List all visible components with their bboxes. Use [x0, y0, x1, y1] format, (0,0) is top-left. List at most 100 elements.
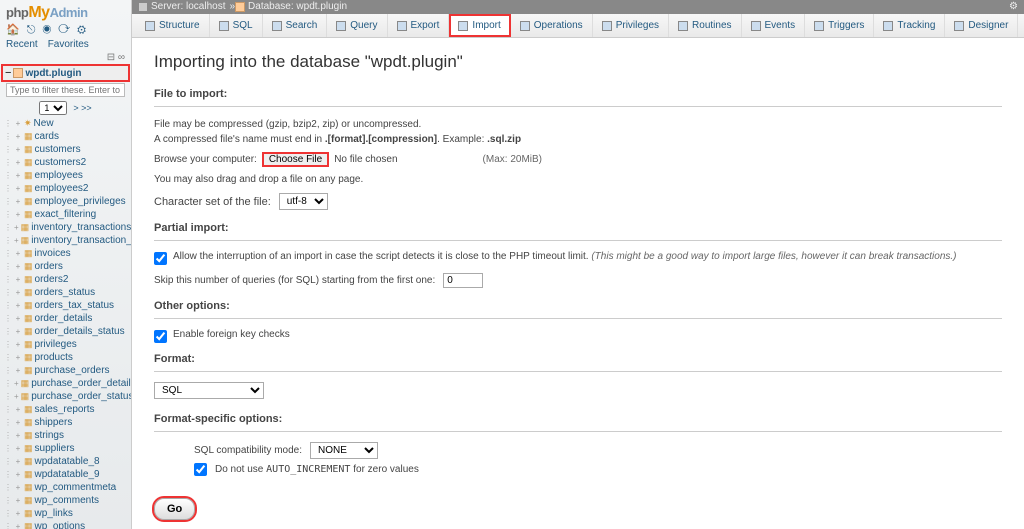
table-row[interactable]: ⋮+▦purchase_orders [2, 364, 129, 377]
plus-icon[interactable]: + [14, 353, 22, 362]
plus-icon[interactable]: + [14, 275, 22, 284]
table-row[interactable]: ⋮+▦orders_tax_status [2, 299, 129, 312]
sql-compat-select[interactable]: NONE [310, 442, 378, 459]
tab-privileges[interactable]: Privileges [593, 14, 669, 37]
plus-icon[interactable]: + [14, 249, 22, 258]
tab-routines[interactable]: Routines [669, 14, 741, 37]
fk-checks-checkbox[interactable] [154, 330, 167, 343]
plus-icon[interactable]: + [14, 444, 22, 453]
table-row[interactable]: ⋮+▦inventory_transaction_types [2, 234, 129, 247]
plus-icon[interactable]: + [14, 405, 22, 414]
tab-events[interactable]: Events [742, 14, 806, 37]
table-row[interactable]: ⋮+▦orders [2, 260, 129, 273]
table-row[interactable]: ⋮+▦employees [2, 169, 129, 182]
plus-icon[interactable]: + [14, 288, 22, 297]
plus-icon[interactable]: + [14, 431, 22, 440]
table-row[interactable]: ⋮+▦purchase_order_status [2, 390, 129, 403]
plus-icon[interactable]: + [14, 470, 22, 479]
plus-icon[interactable]: + [14, 457, 22, 466]
plus-icon[interactable]: + [14, 184, 22, 193]
tab-structure[interactable]: Structure [136, 14, 210, 37]
gear-icon[interactable]: ⚙ [1009, 0, 1018, 14]
plus-icon[interactable]: + [14, 132, 22, 141]
table-row[interactable]: ⋮+▦invoices [2, 247, 129, 260]
table-row[interactable]: ⋮+▦wp_commentmeta [2, 481, 129, 494]
table-row[interactable]: ⋮+▦suppliers [2, 442, 129, 455]
page-next[interactable]: > >> [73, 103, 91, 113]
go-button[interactable]: Go [154, 498, 195, 520]
plus-icon[interactable]: + [14, 496, 22, 505]
tab-search[interactable]: Search [263, 14, 328, 37]
table-row[interactable]: ⋮+▦wp_comments [2, 494, 129, 507]
db-name-row[interactable]: − wpdt.plugin [2, 65, 129, 81]
tab-triggers[interactable]: Triggers [805, 14, 874, 37]
skip-input[interactable] [443, 273, 483, 288]
breadcrumb-server[interactable]: Server: localhost [138, 0, 225, 14]
choose-file-button[interactable]: Choose File [263, 153, 328, 166]
charset-select[interactable]: utf-8 [279, 193, 328, 210]
auto-increment-checkbox[interactable] [194, 463, 207, 476]
table-row[interactable]: ⋮+▦orders2 [2, 273, 129, 286]
plus-icon[interactable]: + [14, 522, 22, 529]
home-icons[interactable]: 🏠 ⎋ ◉ ⟳ ⚙ [0, 22, 131, 39]
recent-tab[interactable]: Recent [6, 39, 38, 50]
plus-icon[interactable]: + [14, 483, 22, 492]
table-row[interactable]: ⋮+▦shippers [2, 416, 129, 429]
table-row[interactable]: ⋮+▦strings [2, 429, 129, 442]
tab-central-columns[interactable]: Central columns [1018, 14, 1024, 37]
logo[interactable]: phpMyAdmin [0, 0, 131, 22]
allow-interrupt-checkbox[interactable] [154, 252, 167, 265]
table-row[interactable]: ⋮+▦cards [2, 130, 129, 143]
table-row[interactable]: ⋮+▦order_details [2, 312, 129, 325]
table-row[interactable]: ⋮+▦order_details_status [2, 325, 129, 338]
tab-operations[interactable]: Operations [511, 14, 593, 37]
table-row[interactable]: ⋮+▦wpdatatable_8 [2, 455, 129, 468]
table-row[interactable]: ⋮+▦customers [2, 143, 129, 156]
table-row[interactable]: ⋮+✷New [2, 117, 129, 130]
plus-icon[interactable]: + [14, 392, 19, 401]
plus-icon[interactable]: + [14, 145, 22, 154]
minus-icon[interactable]: − [5, 67, 11, 79]
tab-export[interactable]: Export [388, 14, 450, 37]
tab-import[interactable]: Import [449, 14, 510, 37]
table-row[interactable]: ⋮+▦sales_reports [2, 403, 129, 416]
plus-icon[interactable]: + [14, 379, 19, 388]
tab-query[interactable]: Query [327, 14, 387, 37]
page-select[interactable]: 1 [39, 101, 67, 115]
table-row[interactable]: ⋮+▦wpdatatable_9 [2, 468, 129, 481]
plus-icon[interactable]: + [14, 210, 22, 219]
plus-icon[interactable]: + [14, 119, 22, 128]
plus-icon[interactable]: + [14, 418, 22, 427]
table-row[interactable]: ⋮+▦employee_privileges [2, 195, 129, 208]
tab-sql[interactable]: SQL [210, 14, 263, 37]
plus-icon[interactable]: + [14, 158, 22, 167]
table-row[interactable]: ⋮+▦exact_filtering [2, 208, 129, 221]
tab-tracking[interactable]: Tracking [874, 14, 945, 37]
breadcrumb-db[interactable]: Database: wpdt.plugin [235, 0, 347, 14]
table-filter-input[interactable] [6, 83, 125, 97]
plus-icon[interactable]: + [14, 509, 22, 518]
table-row[interactable]: ⋮+▦privileges [2, 338, 129, 351]
plus-icon[interactable]: + [14, 223, 19, 232]
plus-icon[interactable]: + [14, 327, 22, 336]
table-row[interactable]: ⋮+▦inventory_transactions [2, 221, 129, 234]
plus-icon[interactable]: + [14, 262, 22, 271]
plus-icon[interactable]: + [14, 301, 22, 310]
favorites-tab[interactable]: Favorites [48, 39, 89, 50]
collapse-icon[interactable]: ⊟ ∞ [0, 52, 131, 65]
tab-designer[interactable]: Designer [945, 14, 1018, 37]
table-row[interactable]: ⋮+▦customers2 [2, 156, 129, 169]
table-row[interactable]: ⋮+▦wp_options [2, 520, 129, 529]
table-row[interactable]: ⋮+▦orders_status [2, 286, 129, 299]
plus-icon[interactable]: + [14, 314, 22, 323]
table-row[interactable]: ⋮+▦employees2 [2, 182, 129, 195]
plus-icon[interactable]: + [14, 236, 19, 245]
plus-icon[interactable]: + [14, 366, 22, 375]
table-row[interactable]: ⋮+▦purchase_order_details [2, 377, 129, 390]
plus-icon[interactable]: + [14, 197, 22, 206]
table-row[interactable]: ⋮+▦products [2, 351, 129, 364]
plus-icon[interactable]: + [14, 340, 22, 349]
table-row[interactable]: ⋮+▦wp_links [2, 507, 129, 520]
format-select[interactable]: SQL [154, 382, 264, 399]
plus-icon[interactable]: + [14, 171, 22, 180]
